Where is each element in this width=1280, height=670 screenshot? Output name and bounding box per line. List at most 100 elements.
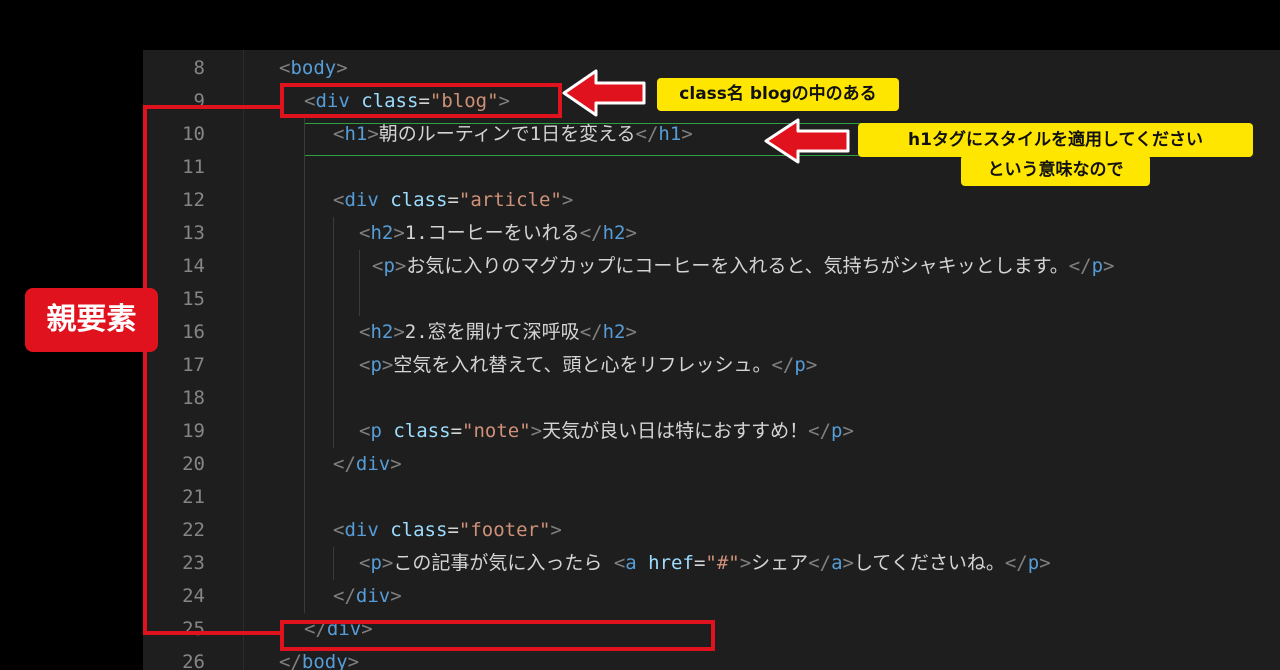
token-punct: </: [1004, 552, 1028, 574]
indent-guide: [304, 349, 305, 382]
code-line: 24 </div>: [143, 580, 1280, 613]
token-punct: <: [333, 189, 345, 211]
token-punct: <: [279, 57, 291, 79]
code-text: <body>: [279, 52, 348, 85]
indent-guide: [304, 151, 305, 184]
token-text: 朝のルーティンで1日を変える: [378, 123, 636, 145]
line-number: 14: [182, 255, 205, 277]
code-text: <h2>1.コーヒーをいれる</h2>: [359, 217, 637, 250]
line-number: 17: [182, 354, 205, 376]
code-text: <p>お気に入りのマグカップにコーヒーを入れると、気持ちがシャキッとします。</…: [372, 250, 1115, 283]
token-punct: </: [579, 321, 603, 343]
indent-guide: [304, 547, 305, 580]
token-string: "footer": [458, 519, 551, 541]
token-punct: <: [359, 354, 371, 376]
token-punct: <: [613, 552, 626, 574]
indent-guide: [304, 580, 305, 613]
token-punct: >: [393, 222, 405, 244]
token-attr: class: [393, 420, 451, 442]
indent-guide: [304, 184, 305, 217]
token-punct: >: [561, 189, 574, 211]
token-tag: p: [383, 255, 395, 277]
token-tag: a: [625, 552, 637, 574]
token-tag: div: [344, 519, 379, 541]
code-line: 18: [143, 382, 1280, 415]
token-eq: =: [447, 189, 459, 211]
parent-bracket-bottom: [143, 631, 280, 635]
closing-div-highlight-box: [280, 620, 715, 651]
token-punct: >: [1103, 255, 1115, 277]
token-punct: >: [739, 552, 752, 574]
indent-guide: [333, 415, 334, 448]
code-text: <p class="note">天気が良い日は特におすすめ！</p>: [359, 415, 854, 448]
token-punct: >: [393, 321, 405, 343]
code-line: 13 <h2>1.コーヒーをいれる</h2>: [143, 217, 1280, 250]
code-line: 15: [143, 283, 1280, 316]
token-text: 1.コーヒーをいれる: [404, 222, 580, 244]
token-punct: >: [336, 57, 348, 79]
code-text: </div>: [333, 580, 402, 613]
indent-guide: [304, 514, 305, 547]
token-punct: <: [372, 255, 384, 277]
code-line: 20 </div>: [143, 448, 1280, 481]
token-punct: <: [359, 552, 371, 574]
token-eq: =: [693, 552, 706, 574]
token-punct: </: [333, 453, 356, 475]
line-number: 22: [182, 519, 205, 541]
token-punct: >: [394, 255, 407, 277]
token-punct: >: [381, 354, 394, 376]
token-punct: <: [333, 123, 345, 145]
token-attr: class: [390, 519, 448, 541]
token-tag: h2: [602, 321, 626, 343]
token-punct: >: [842, 420, 854, 442]
token-text: お気に入りのマグカップにコーヒーを入れると、気持ちがシャキッとします。: [406, 255, 1069, 277]
code-text: <h1>朝のルーティンで1日を変える</h1>: [333, 118, 693, 151]
indent-guide: [304, 118, 305, 151]
code-text: <p>この記事が気に入ったら <a href="#">シェア</a>してください…: [359, 547, 1051, 580]
line-number: 18: [182, 387, 205, 409]
indent-guide: [333, 349, 334, 382]
code-line: 12 <div class="article">: [143, 184, 1280, 217]
token-tag: h1: [658, 123, 682, 145]
token-punct: </: [279, 651, 302, 670]
code-text: <p>空気を入れ替えて、頭と心をリフレッシュ。</p>: [359, 349, 817, 382]
token-tag: div: [344, 189, 379, 211]
code-text: </div>: [333, 448, 402, 481]
h1-annotation-label-line1: h1タグにスタイルを適用してください: [858, 123, 1253, 157]
indent-guide: [304, 316, 305, 349]
blog-div-highlight-box: [280, 83, 562, 118]
line-number: 12: [182, 189, 205, 211]
line-number: 25: [182, 618, 205, 640]
indent-guide: [359, 283, 360, 316]
token-punct: >: [530, 420, 543, 442]
parent-element-label: 親要素: [25, 288, 158, 352]
token-eq: =: [450, 420, 463, 442]
code-line: 19 <p class="note">天気が良い日は特におすすめ！</p>: [143, 415, 1280, 448]
token-punct: >: [625, 321, 637, 343]
indent-guide: [333, 547, 334, 580]
token-string: "#": [705, 552, 740, 574]
code-line: 14 <p>お気に入りのマグカップにコーヒーを入れると、気持ちがシャキッとします…: [143, 250, 1280, 283]
token-tag: p: [370, 552, 382, 574]
token-tag: body: [301, 651, 348, 670]
token-punct: >: [1039, 552, 1051, 574]
indent-guide: [304, 250, 305, 283]
code-text: <h2>2.窓を開けて深呼吸</h2>: [359, 316, 637, 349]
code-text: <div class="footer">: [333, 514, 562, 547]
line-number: 11: [182, 156, 205, 178]
token-string: "article": [458, 189, 562, 211]
token-tag: h2: [370, 321, 394, 343]
token-tag: p: [794, 354, 806, 376]
line-number: 19: [182, 420, 205, 442]
token-punct: >: [625, 222, 637, 244]
token-punct: </: [333, 585, 356, 607]
token-punct: </: [808, 552, 832, 574]
indent-guide: [304, 481, 305, 514]
arrow-left-icon: [562, 69, 646, 117]
indent-guide: [333, 382, 334, 415]
token-tag: p: [370, 420, 382, 442]
indent-guide: [304, 448, 305, 481]
line-number: 24: [182, 585, 205, 607]
token-text: 2.窓を開けて深呼吸: [404, 321, 580, 343]
indent-guide: [304, 415, 305, 448]
